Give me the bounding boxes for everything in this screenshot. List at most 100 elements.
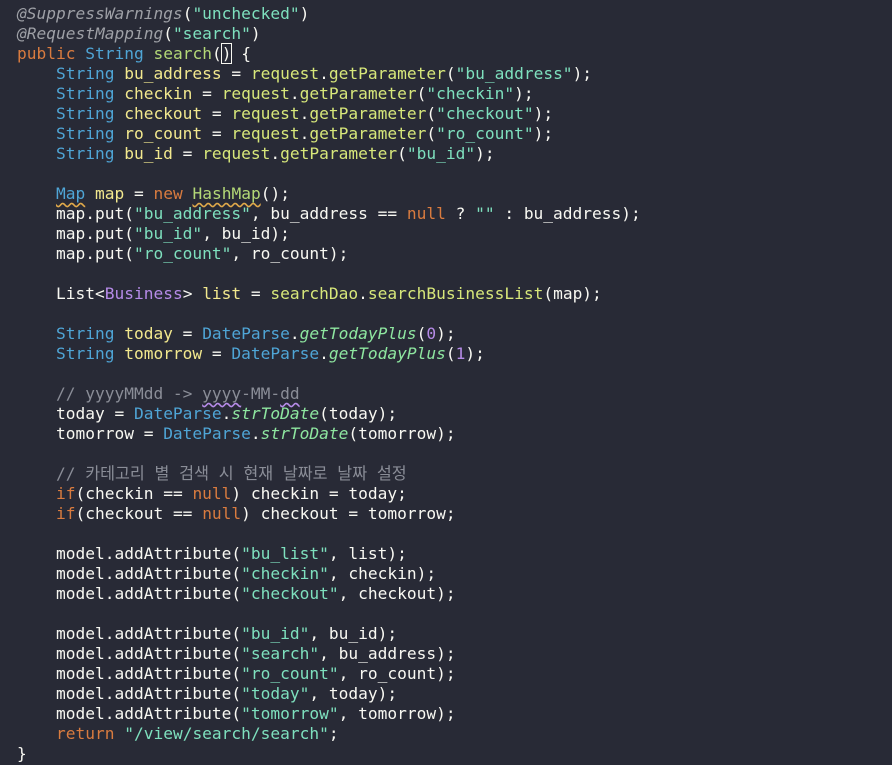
code-token: request — [221, 84, 290, 103]
code-token: DateParse — [231, 344, 320, 363]
code-token: , tomorrow); — [338, 704, 456, 723]
code-line[interactable]: String bu_address = request.getParameter… — [17, 64, 892, 84]
code-token: "ro_count" — [241, 664, 339, 683]
code-token: ( — [416, 84, 427, 103]
code-token: "unchecked" — [192, 4, 300, 23]
code-line[interactable]: model.addAttribute("tomorrow", tomorrow)… — [17, 704, 892, 724]
code-line[interactable]: } — [17, 744, 892, 764]
code-token: map.put( — [17, 244, 134, 263]
code-token: ); — [475, 144, 495, 163]
code-line[interactable] — [17, 264, 892, 284]
code-line[interactable] — [17, 164, 892, 184]
code-token: "checkin" — [426, 84, 515, 103]
code-line[interactable]: String tomorrow = DateParse.getTodayPlus… — [17, 344, 892, 364]
code-line[interactable]: String bu_id = request.getParameter("bu_… — [17, 144, 892, 164]
code-line[interactable]: return "/view/search/search"; — [17, 724, 892, 744]
code-token: "bu_id" — [133, 224, 203, 243]
code-token: ro_count — [124, 124, 203, 143]
code-token: ) checkout = tomorrow; — [241, 504, 456, 523]
code-token: DateParse — [163, 424, 251, 443]
code-token: ) checkin = today; — [231, 484, 407, 503]
code-line[interactable] — [17, 304, 892, 324]
code-line[interactable]: model.addAttribute("checkout", checkout)… — [17, 584, 892, 604]
code-token: , bu_address == — [250, 204, 407, 223]
code-line[interactable]: map.put("bu_address", bu_address == null… — [17, 204, 892, 224]
code-token: DateParse — [133, 404, 222, 423]
code-token: ( — [416, 324, 427, 343]
code-line[interactable]: if(checkout == null) checkout = tomorrow… — [17, 504, 892, 524]
code-token: request — [231, 124, 300, 143]
code-line[interactable]: model.addAttribute("bu_id", bu_id); — [17, 624, 892, 644]
code-line[interactable]: // 카테고리 별 검색 시 현재 날짜로 날짜 설정 — [17, 464, 892, 484]
code-line[interactable]: // yyyyMMdd -> yyyy-MM-dd — [17, 384, 892, 404]
code-token: ( — [182, 4, 193, 23]
code-line[interactable]: List<Business> list = searchDao.searchBu… — [17, 284, 892, 304]
code-token: "search" — [172, 24, 251, 43]
code-line[interactable]: model.addAttribute("bu_list", list); — [17, 544, 892, 564]
code-token: ; — [328, 724, 339, 743]
code-token: searchBusinessList — [367, 284, 544, 303]
code-token: "today" — [241, 684, 310, 703]
code-token: ( — [445, 344, 456, 363]
code-token: ) — [250, 24, 261, 43]
code-line[interactable]: tomorrow = DateParse.strToDate(tomorrow)… — [17, 424, 892, 444]
code-line[interactable] — [17, 364, 892, 384]
code-token: null — [406, 204, 446, 223]
code-token: ); — [533, 124, 554, 143]
code-line[interactable]: today = DateParse.strToDate(today); — [17, 404, 892, 424]
code-line[interactable]: @RequestMapping("search") — [17, 24, 892, 44]
code-line[interactable]: @SuppressWarnings("unchecked") — [17, 4, 892, 24]
code-line[interactable] — [17, 604, 892, 624]
code-token: getParameter — [309, 104, 427, 123]
code-token: : bu_address); — [494, 204, 641, 223]
code-line[interactable]: model.addAttribute("checkin", checkin); — [17, 564, 892, 584]
code-token: bu_address — [124, 64, 222, 83]
code-editor[interactable]: @SuppressWarnings("unchecked") @RequestMa… — [17, 4, 892, 765]
code-token: HashMap — [192, 184, 261, 203]
code-token: model.addAttribute( — [17, 664, 242, 683]
code-token: . — [221, 404, 232, 423]
code-line[interactable]: model.addAttribute("today", today); — [17, 684, 892, 704]
code-line[interactable]: String checkin = request.getParameter("c… — [17, 84, 892, 104]
code-token: = — [172, 324, 203, 343]
code-line[interactable]: public String search() { — [17, 43, 892, 64]
code-token: = — [172, 144, 203, 163]
code-line[interactable]: Map map = new HashMap(); — [17, 184, 892, 204]
code-token: , bu_address); — [319, 644, 456, 663]
code-line[interactable]: String checkout = request.getParameter("… — [17, 104, 892, 124]
code-token: "ro_count" — [436, 124, 534, 143]
code-token: if — [55, 484, 76, 503]
code-line[interactable]: model.addAttribute("ro_count", ro_count)… — [17, 664, 892, 684]
code-token: bu_id — [124, 144, 173, 163]
code-token: yyyy — [202, 384, 242, 403]
code-token: ); — [533, 104, 554, 123]
code-token: = — [202, 344, 232, 363]
code-token: 1 — [455, 344, 466, 363]
code-token: map.put( — [17, 204, 134, 223]
code-token: return — [55, 724, 125, 743]
code-line[interactable]: if(checkin == null) checkin = today; — [17, 484, 892, 504]
code-line[interactable]: model.addAttribute("search", bu_address)… — [17, 644, 892, 664]
code-token: model.addAttribute( — [17, 544, 242, 563]
code-token: = — [221, 64, 251, 83]
code-line[interactable]: String ro_count = request.getParameter("… — [17, 124, 892, 144]
code-line[interactable]: map.put("bu_id", bu_id); — [17, 224, 892, 244]
code-token: model.addAttribute( — [17, 704, 242, 723]
code-line[interactable] — [17, 444, 892, 464]
code-line[interactable]: map.put("ro_count", ro_count); — [17, 244, 892, 264]
code-token: ( — [426, 124, 437, 143]
code-token: "search" — [241, 644, 320, 663]
code-token: today — [124, 324, 173, 343]
code-token: (map); — [543, 284, 602, 303]
code-token: String — [17, 344, 125, 363]
code-line[interactable]: String today = DateParse.getTodayPlus(0)… — [17, 324, 892, 344]
code-token: "" — [475, 204, 495, 223]
code-token: dd — [280, 384, 300, 403]
code-token: model.addAttribute( — [17, 564, 242, 583]
code-line[interactable] — [17, 524, 892, 544]
code-token: @SuppressWarnings — [17, 4, 183, 23]
code-token: "bu_address" — [455, 64, 573, 83]
code-token: model.addAttribute( — [17, 624, 242, 643]
code-token: Business — [104, 284, 183, 303]
